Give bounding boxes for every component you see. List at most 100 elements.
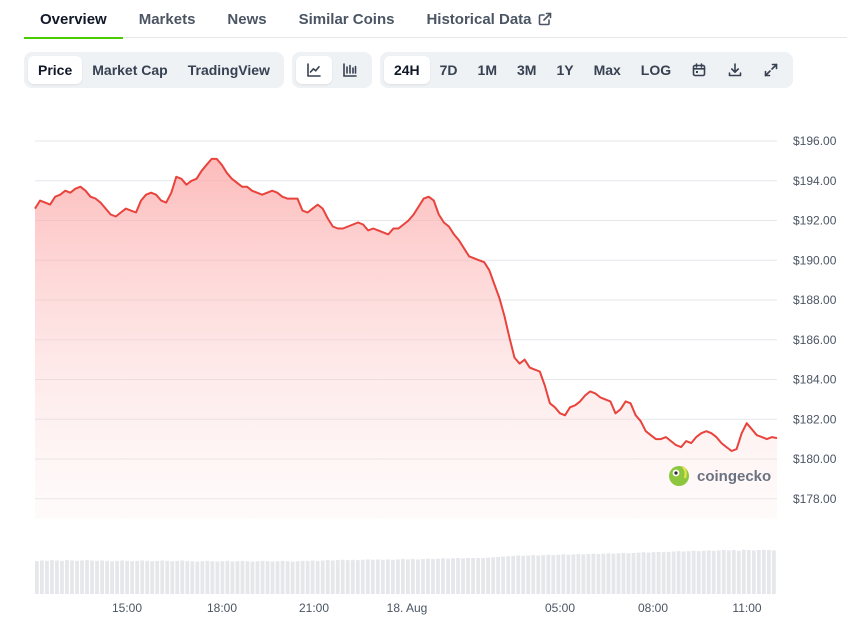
volume-bar xyxy=(741,549,746,594)
volume-bar xyxy=(511,555,516,594)
volume-bar xyxy=(35,561,39,594)
volume-bar xyxy=(586,554,591,594)
tab-similar-coins[interactable]: Similar Coins xyxy=(283,0,411,38)
tradingview-button[interactable]: TradingView xyxy=(178,56,280,84)
range-1m-button[interactable]: 1M xyxy=(468,56,507,84)
metric-toggle: Price Market Cap TradingView xyxy=(24,52,284,88)
volume-bar xyxy=(245,561,250,594)
x-tick-label: 11:00 xyxy=(732,601,761,615)
watermark-text: coingecko xyxy=(697,468,771,485)
volume-bar xyxy=(761,549,766,594)
fullscreen-icon xyxy=(763,62,779,78)
y-tick-label: $194.00 xyxy=(793,174,837,188)
volume-bar xyxy=(501,556,506,594)
volume-bar xyxy=(756,550,761,594)
volume-bar xyxy=(411,559,415,594)
volume-bar xyxy=(225,560,230,594)
volume-bar xyxy=(711,550,716,594)
volume-bar xyxy=(285,561,290,594)
coingecko-watermark: coingecko xyxy=(669,466,771,486)
range-max-button[interactable]: Max xyxy=(584,56,631,84)
volume-bar xyxy=(581,554,586,594)
volume-bar xyxy=(731,550,736,594)
volume-bar xyxy=(496,556,501,594)
range-1y-button[interactable]: 1Y xyxy=(546,56,583,84)
volume-bar xyxy=(476,558,480,594)
volume-bars xyxy=(35,549,776,594)
volume-bar xyxy=(145,560,150,594)
volume-bar xyxy=(746,550,751,594)
volume-bar xyxy=(170,561,175,594)
y-tick-label: $190.00 xyxy=(793,253,837,267)
volume-bar xyxy=(280,560,285,594)
tab-markets[interactable]: Markets xyxy=(123,0,212,38)
x-tick-label: 18:00 xyxy=(207,601,237,615)
x-tick-label: 18. Aug xyxy=(387,601,428,615)
volume-bar xyxy=(551,555,556,594)
volume-bar xyxy=(461,558,465,594)
volume-bar xyxy=(556,554,561,594)
price-chart[interactable]: $196.00 $194.00 $192.00 $190.00 $188.00 $186.… xyxy=(0,96,847,626)
tab-label: Overview xyxy=(40,10,107,28)
volume-bar xyxy=(406,559,410,594)
volume-bar xyxy=(390,559,395,594)
market-cap-button[interactable]: Market Cap xyxy=(82,56,177,84)
volume-bar xyxy=(571,554,576,594)
volume-bar xyxy=(115,560,120,594)
volume-bar xyxy=(140,560,145,594)
volume-bar xyxy=(260,560,265,594)
y-tick-label: $184.00 xyxy=(793,373,837,387)
range-3m-button[interactable]: 3M xyxy=(507,56,546,84)
line-chart-button[interactable] xyxy=(295,56,332,84)
volume-bar xyxy=(235,561,240,594)
log-scale-button[interactable]: LOG xyxy=(631,56,681,84)
volume-bar xyxy=(215,561,220,594)
y-tick-label: $192.00 xyxy=(793,214,837,228)
tab-overview[interactable]: Overview xyxy=(24,0,123,39)
volume-bar xyxy=(95,560,99,594)
volume-bar xyxy=(441,558,445,594)
volume-bar xyxy=(651,552,656,594)
volume-bar xyxy=(566,554,571,594)
candlestick-chart-button[interactable] xyxy=(332,56,368,84)
tab-news[interactable]: News xyxy=(211,0,282,38)
calendar-button[interactable] xyxy=(681,56,717,84)
volume-bar xyxy=(426,558,430,594)
external-link-icon xyxy=(538,12,552,26)
y-tick-label: $196.00 xyxy=(793,134,837,148)
x-tick-label: 15:00 xyxy=(112,601,142,615)
tab-label: Markets xyxy=(138,10,196,28)
y-tick-label: $188.00 xyxy=(793,293,837,307)
volume-bar xyxy=(85,560,89,594)
volume-bar xyxy=(335,560,340,594)
range-24h-button[interactable]: 24H xyxy=(383,56,430,84)
volume-bar xyxy=(701,550,706,594)
volume-bar xyxy=(105,560,109,594)
volume-bar xyxy=(721,550,726,594)
volume-bar xyxy=(400,559,405,594)
volume-bar xyxy=(100,560,104,594)
volume-bar xyxy=(45,560,49,594)
tab-label: Historical Data xyxy=(426,10,532,28)
tab-label: News xyxy=(227,10,267,28)
volume-bar xyxy=(591,553,596,594)
fullscreen-button[interactable] xyxy=(753,56,789,84)
volume-bar xyxy=(125,560,130,594)
volume-bar xyxy=(265,561,270,594)
volume-bar xyxy=(195,561,200,594)
download-icon xyxy=(727,62,743,78)
volume-bar xyxy=(315,560,320,594)
volume-bar xyxy=(325,560,330,594)
volume-bar xyxy=(135,560,140,594)
range-7d-button[interactable]: 7D xyxy=(430,56,468,84)
price-button[interactable]: Price xyxy=(28,56,83,84)
tab-historical-data[interactable]: Historical Data xyxy=(410,0,567,38)
download-button[interactable] xyxy=(717,56,753,84)
volume-bar xyxy=(230,561,235,594)
volume-bar xyxy=(606,553,611,594)
volume-bar xyxy=(541,555,546,594)
volume-bar xyxy=(340,559,345,594)
volume-bar xyxy=(385,559,390,594)
volume-bar xyxy=(466,558,470,594)
chart-toolbar: Price Market Cap TradingView 24H 7D 1M 3… xyxy=(24,52,794,88)
